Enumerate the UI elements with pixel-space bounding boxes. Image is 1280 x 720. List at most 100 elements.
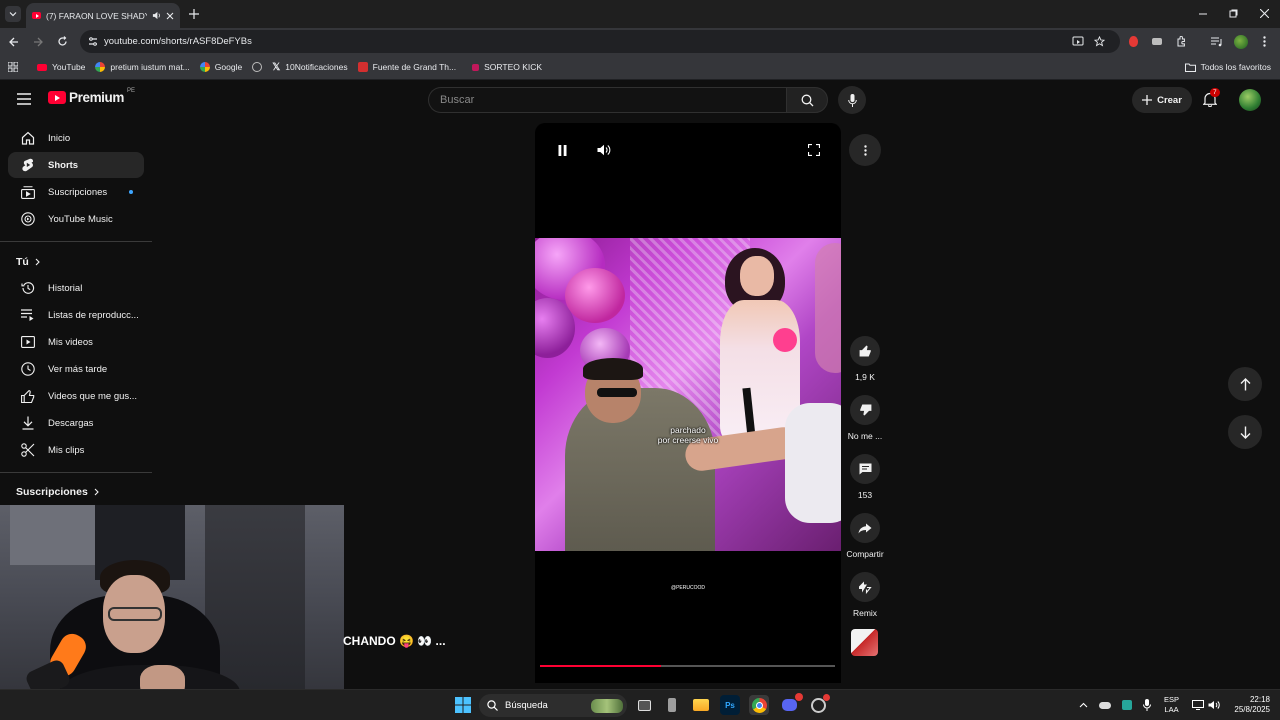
remix-action[interactable]: Remix [843, 572, 887, 618]
sidebar-item-youtube-music[interactable]: YouTube Music [8, 206, 144, 232]
extension-gray-icon[interactable] [1152, 38, 1162, 45]
more-options-button[interactable] [849, 134, 881, 166]
progress-bar[interactable] [540, 665, 835, 667]
volume-button[interactable] [591, 137, 617, 163]
share-button[interactable] [850, 513, 880, 543]
youtube-logo[interactable]: Premium PE [48, 88, 135, 105]
thumbs-up-icon [859, 345, 871, 357]
extensions-puzzle-icon[interactable] [1176, 36, 1187, 47]
logo-text: Premium [69, 90, 124, 105]
extension-red-icon[interactable] [1129, 36, 1138, 47]
notifications-button[interactable]: 7 [1203, 88, 1221, 108]
music-icon [21, 212, 35, 226]
dislike-action[interactable]: No me ... [843, 395, 887, 441]
bookmark-grand-theft[interactable]: Fuente de Grand Th... [353, 62, 461, 72]
remix-button[interactable] [850, 572, 880, 602]
app-icon-gray[interactable] [662, 695, 682, 715]
arrow-down-icon [1240, 426, 1250, 439]
pause-button[interactable] [549, 137, 575, 163]
close-window-icon[interactable] [1260, 9, 1269, 18]
overlay-video-title: CHANDO 😝 👀 ... [343, 634, 446, 648]
previous-short-button[interactable] [1228, 367, 1262, 401]
app-icon-obs[interactable] [808, 693, 830, 715]
display-icon[interactable] [1192, 700, 1204, 710]
sidebar-item-videos-me-gustan[interactable]: Videos que me gus... [8, 383, 144, 409]
minimize-icon[interactable] [1199, 13, 1207, 15]
sidebar-section-tu[interactable]: Tú [16, 256, 40, 268]
sidebar-section-suscripciones[interactable]: Suscripciones [16, 486, 99, 498]
sidebar-item-suscripciones[interactable]: Suscripciones [8, 179, 144, 205]
task-view-icon[interactable] [634, 695, 654, 715]
sidebar-item-listas[interactable]: Listas de reproducc... [8, 302, 144, 328]
tray-microphone-icon[interactable] [1143, 699, 1151, 711]
menu-hamburger-icon[interactable] [17, 93, 31, 105]
create-button[interactable]: Crear [1132, 87, 1192, 113]
sidebar-item-inicio[interactable]: Inicio [8, 125, 144, 151]
like-button[interactable] [850, 336, 880, 366]
comments-action[interactable]: 153 [843, 454, 887, 500]
restore-icon[interactable] [1229, 9, 1238, 18]
windows-start-icon[interactable] [455, 697, 471, 713]
all-bookmarks[interactable]: Todos los favoritos [1180, 62, 1276, 72]
speaker-icon[interactable] [152, 11, 161, 20]
bookmark-globe[interactable] [247, 62, 267, 72]
back-icon[interactable] [9, 37, 19, 47]
language-indicator[interactable]: ESP LAA [1164, 695, 1179, 715]
cast-icon[interactable] [1072, 36, 1084, 47]
bookmark-sorteo-kick[interactable]: SORTEO KICK [467, 62, 547, 72]
search-button[interactable] [786, 87, 828, 113]
chrome-icon[interactable] [749, 695, 769, 715]
bookmark-youtube[interactable]: YouTube [32, 62, 90, 72]
volume-icon[interactable] [1208, 700, 1220, 710]
voice-search-button[interactable] [838, 86, 866, 114]
search-input[interactable]: Buscar [428, 87, 786, 113]
share-action[interactable]: Compartir [843, 513, 887, 559]
share-icon [858, 523, 872, 533]
browser-tab-active[interactable]: (7) FARAON LOVE SHADY P [26, 3, 180, 28]
apps-grid-icon[interactable] [8, 62, 18, 72]
fullscreen-button[interactable] [801, 137, 827, 163]
google-favicon-icon [199, 62, 210, 72]
bookmark-google[interactable]: Google [195, 62, 247, 72]
reload-icon[interactable] [57, 36, 68, 47]
sidebar-item-mis-clips[interactable]: Mis clips [8, 437, 144, 463]
close-tab-icon[interactable] [166, 12, 174, 20]
like-action[interactable]: 1,9 K [843, 336, 887, 382]
more-menu-icon[interactable] [1263, 36, 1266, 47]
taskbar-search[interactable]: Búsqueda [479, 694, 627, 717]
tab-search-button[interactable] [5, 6, 21, 22]
address-bar[interactable]: youtube.com/shorts/rASF8DeFYBs [80, 30, 1120, 53]
new-tab-icon[interactable] [189, 9, 199, 19]
forward-icon[interactable] [33, 37, 43, 47]
sidebar-item-historial[interactable]: Historial [8, 275, 144, 301]
dislike-button[interactable] [850, 395, 880, 425]
media-controls-icon[interactable] [1211, 37, 1223, 47]
video-frame[interactable] [535, 238, 841, 551]
sidebar-item-ver-mas-tarde[interactable]: Ver más tarde [8, 356, 144, 382]
photoshop-icon[interactable]: Ps [720, 695, 740, 715]
next-short-button[interactable] [1228, 415, 1262, 449]
file-explorer-icon[interactable] [691, 695, 711, 715]
search-icon [801, 94, 813, 106]
onedrive-icon[interactable] [1099, 702, 1111, 709]
tray-app-icon[interactable] [1122, 700, 1132, 710]
comments-button[interactable] [850, 454, 880, 484]
more-vertical-icon [863, 144, 867, 156]
chevron-up-icon[interactable] [1079, 702, 1088, 708]
shorts-player[interactable]: parchado por creerse vivo @PERUCOOD [535, 123, 841, 683]
sidebar-item-shorts[interactable]: Shorts [8, 152, 144, 178]
bookmark-star-icon[interactable] [1094, 36, 1105, 47]
discord-icon[interactable] [779, 693, 803, 715]
google-favicon-icon [95, 62, 106, 72]
sidebar-item-descargas[interactable]: Descargas [8, 410, 144, 436]
chevron-right-icon [35, 258, 40, 266]
sidebar-item-mis-videos[interactable]: Mis videos [8, 329, 144, 355]
site-info-icon[interactable] [88, 37, 98, 46]
clock[interactable]: 22:18 25/8/2025 [1228, 695, 1270, 715]
sound-thumbnail[interactable] [851, 629, 878, 656]
avatar[interactable] [1239, 89, 1261, 111]
bookmark-pretium[interactable]: pretium iustum mat... [90, 62, 194, 72]
profile-avatar[interactable] [1234, 35, 1248, 49]
bookmark-notificaciones[interactable]: 𝕏 10Notificaciones [267, 62, 352, 73]
remix-icon [859, 581, 872, 594]
